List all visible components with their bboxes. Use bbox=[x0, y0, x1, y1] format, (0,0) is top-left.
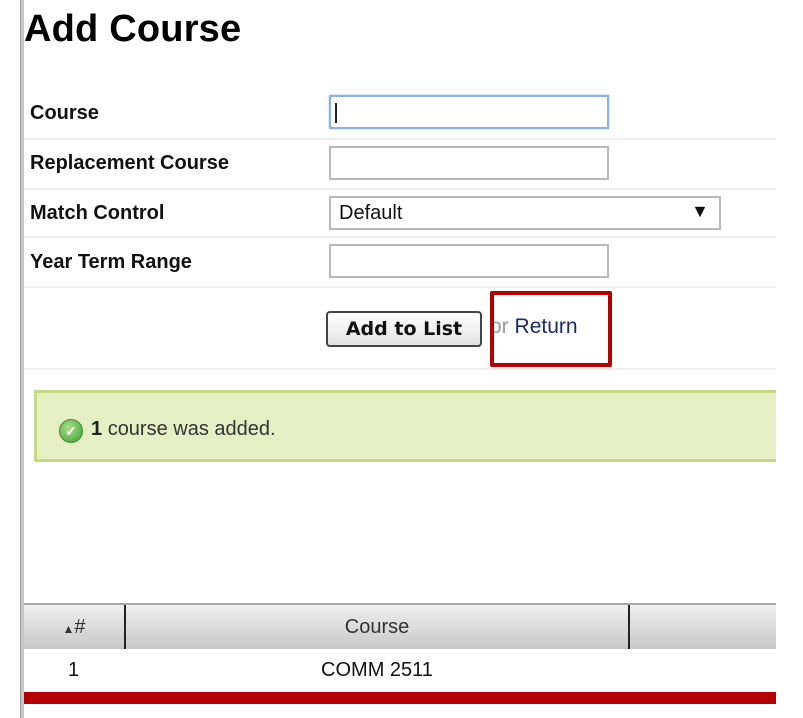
notice-message: 1 course was added. bbox=[91, 418, 276, 441]
dropdown-arrow-icon: ▼ bbox=[691, 201, 709, 221]
form-row-replacement-course: Replacement Course bbox=[24, 140, 776, 190]
form-row-year-term-range: Year Term Range bbox=[24, 238, 776, 288]
add-course-page: Add Course Course Replacement Course Mat… bbox=[24, 0, 776, 718]
year-term-range-label: Year Term Range bbox=[30, 251, 192, 273]
success-notice: ✓ 1 course was added. bbox=[34, 390, 776, 462]
table-row[interactable]: 1 COMM 2511 bbox=[24, 649, 776, 691]
highlight-box bbox=[490, 291, 612, 367]
course-input[interactable] bbox=[329, 95, 609, 129]
bottom-red-bar bbox=[24, 692, 776, 704]
table-header-row: ▲# Course bbox=[24, 603, 776, 649]
page-title: Add Course bbox=[24, 8, 242, 50]
notice-count: 1 bbox=[91, 418, 103, 440]
match-control-select[interactable]: Default ▼ bbox=[329, 196, 721, 230]
match-control-label: Match Control bbox=[30, 202, 165, 224]
form-row-course: Course bbox=[24, 90, 776, 140]
row-number: 1 bbox=[68, 658, 80, 681]
notice-text: course was added. bbox=[107, 418, 276, 440]
row-course: COMM 2511 bbox=[321, 658, 433, 681]
courses-table: ▲# Course 1 COMM 2511 bbox=[24, 603, 776, 691]
course-label: Course bbox=[30, 102, 99, 124]
add-to-list-button[interactable]: Add to List bbox=[326, 311, 482, 347]
form-row-match-control: Match Control Default ▼ bbox=[24, 190, 776, 238]
replacement-course-label: Replacement Course bbox=[30, 152, 229, 174]
sort-ascending-icon: ▲ bbox=[62, 621, 75, 636]
column-header-number[interactable]: ▲# bbox=[24, 603, 125, 649]
column-number-label: # bbox=[74, 615, 86, 638]
column-header-extra[interactable] bbox=[628, 603, 776, 649]
check-circle-icon: ✓ bbox=[59, 419, 83, 443]
column-header-course[interactable]: Course bbox=[124, 603, 629, 649]
row-extra bbox=[629, 649, 776, 691]
replacement-course-input[interactable] bbox=[329, 146, 609, 180]
text-caret bbox=[335, 103, 337, 123]
match-control-value: Default bbox=[339, 202, 403, 224]
year-term-range-input[interactable] bbox=[329, 244, 609, 278]
